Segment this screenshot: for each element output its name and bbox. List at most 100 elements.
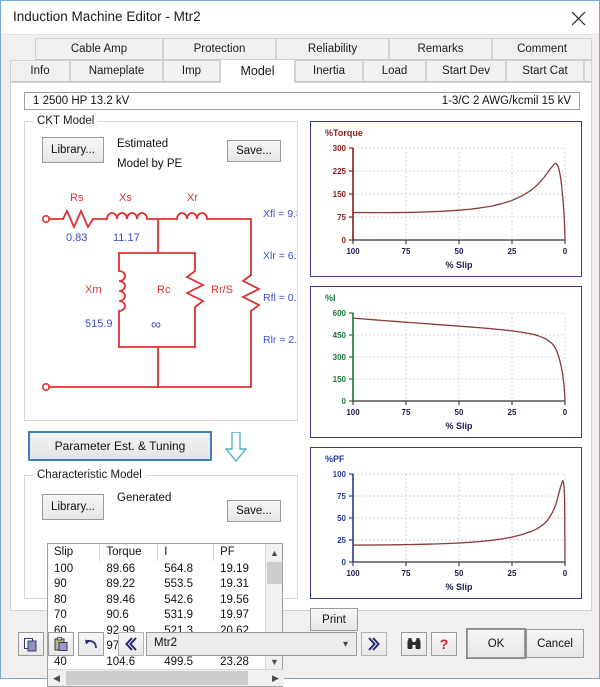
table-cell: 531.9 (157, 607, 214, 623)
data-series-line (352, 479, 566, 563)
selected-equipment: Mtr2 (154, 637, 177, 649)
tab-row-upper: Cable Amp Protection Reliability Remarks… (10, 38, 592, 60)
undo-button[interactable] (78, 632, 104, 656)
x-axis-label: % Slip (445, 421, 473, 431)
tab-start-dev[interactable]: Start Dev (426, 60, 506, 82)
table-cell: 80 (48, 592, 100, 608)
tab-label: Comment (517, 43, 567, 55)
tab-nameplate[interactable]: Nameplate (70, 60, 163, 82)
bottom-toolbar: Mtr2 ▾ ? OK Cancel (10, 623, 592, 669)
previous-icon (125, 637, 137, 651)
paste-button[interactable] (48, 632, 74, 656)
equipment-selector-dropdown[interactable]: Mtr2 ▾ (146, 632, 357, 656)
table-horizontal-scrollbar[interactable]: ◀ ▶ (48, 669, 284, 686)
scroll-left-icon[interactable]: ◀ (48, 670, 65, 686)
tab-cable-vd-clip[interactable] (584, 60, 592, 82)
svg-text:?: ? (440, 636, 449, 652)
tab-cable-amp[interactable]: Cable Amp (35, 38, 163, 60)
y-tick-label: 0 (342, 397, 347, 406)
copy-icon (24, 638, 37, 652)
ckt-value-xs: 11.17 (113, 232, 140, 244)
help-button[interactable]: ? (431, 632, 457, 656)
tab-model[interactable]: Model (220, 59, 295, 83)
char-save-button[interactable]: Save... (227, 500, 281, 522)
table-cell: 90 (48, 576, 100, 592)
ckt-label-rrs: Rr/S (211, 284, 233, 296)
next-record-button[interactable] (361, 632, 387, 656)
window-title: Induction Machine Editor - Mtr2 (13, 9, 201, 24)
tab-info[interactable]: Info (10, 60, 70, 82)
y-tick-label: 0 (342, 558, 347, 567)
model-tab-page: 1 2500 HP 13.2 kV 1-3/C 2 AWG/kcmil 15 k… (10, 82, 592, 687)
find-button[interactable] (401, 632, 427, 656)
x-tick-label: 0 (563, 408, 568, 417)
ckt-save-button[interactable]: Save... (227, 140, 281, 162)
x-tick-label: 75 (402, 408, 411, 417)
y-tick-label: 75 (337, 213, 346, 222)
table-row[interactable]: 100 89.66 564.8 19.19 (48, 561, 266, 577)
torque-chart-panel: %Torque 0 75 150 225 300 100 75 50 25 0 % Slip (310, 121, 582, 277)
tab-label: Start Dev (442, 65, 490, 77)
y-tick-label: 25 (337, 536, 346, 545)
tab-label: Start Cat (522, 65, 568, 77)
column-header-torque[interactable]: Torque (99, 544, 159, 561)
previous-record-button[interactable] (118, 632, 144, 656)
parameter-est-tuning-button[interactable]: Parameter Est. & Tuning (28, 431, 212, 461)
equivalent-circuit-diagram: Rs Xs Xr Xm Rc Rr/S 0.83 11.17 515.9 ∞ X… (42, 192, 297, 392)
vertical-scroll-thumb[interactable] (267, 562, 282, 584)
tab-comment[interactable]: Comment (492, 38, 592, 60)
cancel-button[interactable]: Cancel (526, 629, 584, 658)
x-axis-label: % Slip (445, 582, 473, 592)
tab-label: Inertia (313, 65, 345, 77)
scroll-up-icon[interactable]: ▲ (266, 544, 283, 561)
current-chart: %I 0 150 300 450 600 100 75 50 25 0 % Slip (325, 293, 568, 431)
ckt-value-rc: ∞ (151, 316, 161, 332)
tab-inertia[interactable]: Inertia (295, 60, 363, 82)
tab-start-cat[interactable]: Start Cat (506, 60, 584, 82)
tab-load[interactable]: Load (363, 60, 426, 82)
y-tick-label: 150 (333, 375, 347, 384)
table-cell: 89.22 (99, 576, 158, 592)
induction-machine-editor-window: Induction Machine Editor - Mtr2 Cable Am… (0, 0, 600, 687)
y-tick-label: 100 (333, 470, 347, 479)
horizontal-scroll-thumb[interactable] (66, 671, 248, 685)
column-header-i[interactable]: I (157, 544, 215, 561)
table-cell: 553.5 (157, 576, 214, 592)
x-tick-label: 0 (563, 247, 568, 256)
copy-button[interactable] (18, 632, 44, 656)
x-tick-label: 75 (402, 247, 411, 256)
tab-imp[interactable]: Imp (163, 60, 220, 82)
x-axis-label: % Slip (445, 260, 473, 270)
chevron-down-icon[interactable]: ▾ (343, 639, 348, 650)
char-library-button[interactable]: Library... (42, 494, 104, 520)
column-header-pf[interactable]: PF (213, 544, 266, 561)
ckt-label-xs: Xs (119, 192, 132, 204)
tab-label: Load (381, 65, 408, 77)
ckt-library-button[interactable]: Library... (42, 137, 104, 163)
next-icon (368, 637, 380, 651)
table-row[interactable]: 70 90.6 531.9 19.97 (48, 607, 266, 623)
tab-remarks[interactable]: Remarks (389, 38, 492, 60)
close-button[interactable] (561, 3, 595, 33)
tab-label: Model (240, 64, 275, 78)
table-cell: 19.56 (213, 592, 266, 608)
column-header-slip[interactable]: Slip (48, 544, 101, 561)
ok-button[interactable]: OK (466, 628, 526, 659)
arrow-down-icon (224, 431, 248, 467)
tab-protection[interactable]: Protection (163, 38, 276, 60)
y-tick-label: 450 (333, 331, 347, 340)
table-header-row: Slip Torque I PF (48, 544, 266, 561)
scroll-right-icon[interactable]: ▶ (267, 670, 284, 686)
table-row[interactable]: 80 89.46 542.6 19.56 (48, 592, 266, 608)
table-row[interactable]: 90 89.22 553.5 19.31 (48, 576, 266, 592)
y-tick-label: 600 (333, 309, 347, 318)
y-tick-label: 150 (333, 190, 347, 199)
ckt-annotation-xlr: Xlr = 6.27 (263, 250, 297, 262)
power-factor-chart-panel: %PF 0 25 50 75 100 100 75 50 25 0 % Slip (310, 447, 582, 599)
y-tick-label: 0 (342, 236, 347, 245)
x-tick-label: 100 (346, 408, 360, 417)
ckt-model-group: CKT Model Library... Estimated Model by … (24, 115, 298, 421)
tab-reliability[interactable]: Reliability (276, 38, 389, 60)
x-tick-label: 50 (455, 569, 464, 578)
y-tick-label: 300 (333, 353, 347, 362)
